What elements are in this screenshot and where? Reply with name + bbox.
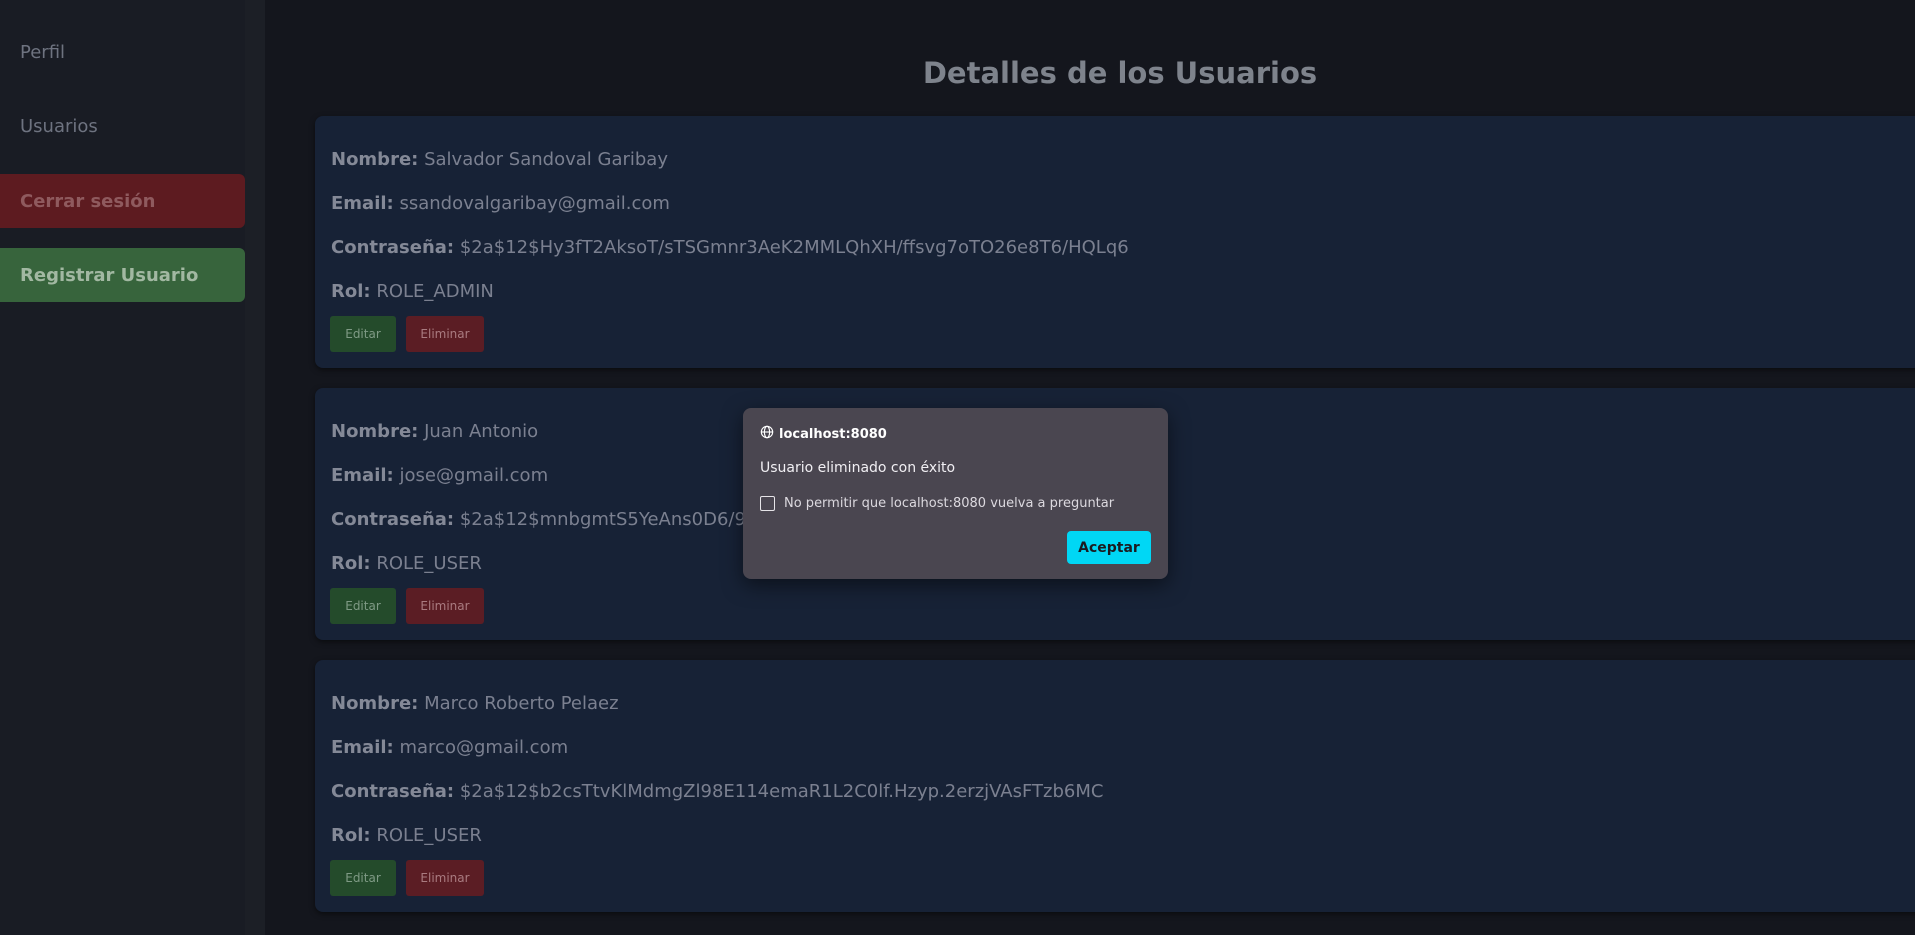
user-role-row: Rol: ROLE_USER [331, 553, 482, 574]
name-label: Nombre: [331, 693, 419, 714]
password-label: Contraseña: [331, 509, 455, 530]
user-email: ssandovalgaribay@gmail.com [399, 193, 670, 214]
user-password: $2a$12$Hy3fT2AksoT/sTSGmnr3AeK2MMLQhXH/f… [459, 237, 1129, 258]
user-email-row: Email: jose@gmail.com [331, 465, 548, 486]
dont-ask-again-checkbox[interactable] [760, 496, 775, 511]
dialog-origin-text: localhost:8080 [779, 426, 887, 442]
user-name: Juan Antonio [424, 421, 539, 442]
user-role: ROLE_USER [376, 825, 482, 846]
name-label: Nombre: [331, 421, 419, 442]
dialog-origin: localhost:8080 [760, 425, 887, 443]
user-name-row: Nombre: Marco Roberto Pelaez [331, 693, 619, 714]
edit-button[interactable]: Editar [330, 588, 396, 624]
edit-button[interactable]: Editar [330, 316, 396, 352]
user-name-row: Nombre: Salvador Sandoval Garibay [331, 149, 668, 170]
user-email-row: Email: marco@gmail.com [331, 737, 568, 758]
dialog-message: Usuario eliminado con éxito [760, 460, 956, 476]
user-email: jose@gmail.com [399, 465, 549, 486]
role-label: Rol: [331, 553, 371, 574]
delete-button[interactable]: Eliminar [406, 860, 484, 896]
user-password: $2a$12$b2csTtvKlMdmgZl98E114emaR1L2C0lf.… [459, 781, 1104, 802]
email-label: Email: [331, 193, 394, 214]
user-role: ROLE_USER [376, 553, 482, 574]
alert-dialog: localhost:8080 Usuario eliminado con éxi… [743, 408, 1168, 579]
password-label: Contraseña: [331, 781, 455, 802]
dont-ask-again-row: No permitir que localhost:8080 vuelva a … [760, 496, 1114, 511]
app-window: Perfil Usuarios Cerrar sesión Registrar … [0, 0, 1915, 935]
user-name: Salvador Sandoval Garibay [424, 149, 668, 170]
sidebar-divider [245, 0, 265, 935]
user-role-row: Rol: ROLE_ADMIN [331, 281, 494, 302]
user-name: Marco Roberto Pelaez [424, 693, 619, 714]
sidebar: Perfil Usuarios Cerrar sesión Registrar … [0, 0, 245, 935]
name-label: Nombre: [331, 149, 419, 170]
delete-button[interactable]: Eliminar [406, 316, 484, 352]
globe-icon [760, 425, 774, 443]
user-card: Nombre: Salvador Sandoval Garibay Email:… [315, 116, 1915, 368]
sidebar-item-usuarios[interactable]: Usuarios [20, 116, 98, 137]
user-role-row: Rol: ROLE_USER [331, 825, 482, 846]
user-role: ROLE_ADMIN [376, 281, 494, 302]
sidebar-item-perfil[interactable]: Perfil [20, 42, 65, 63]
logout-button[interactable]: Cerrar sesión [0, 174, 245, 228]
edit-button[interactable]: Editar [330, 860, 396, 896]
user-email-row: Email: ssandovalgaribay@gmail.com [331, 193, 670, 214]
user-email: marco@gmail.com [399, 737, 569, 758]
user-password-row: Contraseña: $2a$12$Hy3fT2AksoT/sTSGmnr3A… [331, 237, 1129, 258]
user-password-row: Contraseña: $2a$12$b2csTtvKlMdmgZl98E114… [331, 781, 1103, 802]
page-title: Detalles de los Usuarios [922, 56, 1318, 90]
dont-ask-again-label[interactable]: No permitir que localhost:8080 vuelva a … [784, 496, 1114, 511]
role-label: Rol: [331, 825, 371, 846]
accept-button[interactable]: Aceptar [1067, 531, 1151, 564]
register-user-button[interactable]: Registrar Usuario [0, 248, 245, 302]
email-label: Email: [331, 737, 394, 758]
user-password: $2a$12$mnbgmtS5YeAns0D6/93k8 [459, 509, 780, 530]
password-label: Contraseña: [331, 237, 455, 258]
user-card: Nombre: Marco Roberto Pelaez Email: marc… [315, 660, 1915, 912]
user-password-row: Contraseña: $2a$12$mnbgmtS5YeAns0D6/93k8 [331, 509, 779, 530]
role-label: Rol: [331, 281, 371, 302]
delete-button[interactable]: Eliminar [406, 588, 484, 624]
user-name-row: Nombre: Juan Antonio [331, 421, 538, 442]
email-label: Email: [331, 465, 394, 486]
